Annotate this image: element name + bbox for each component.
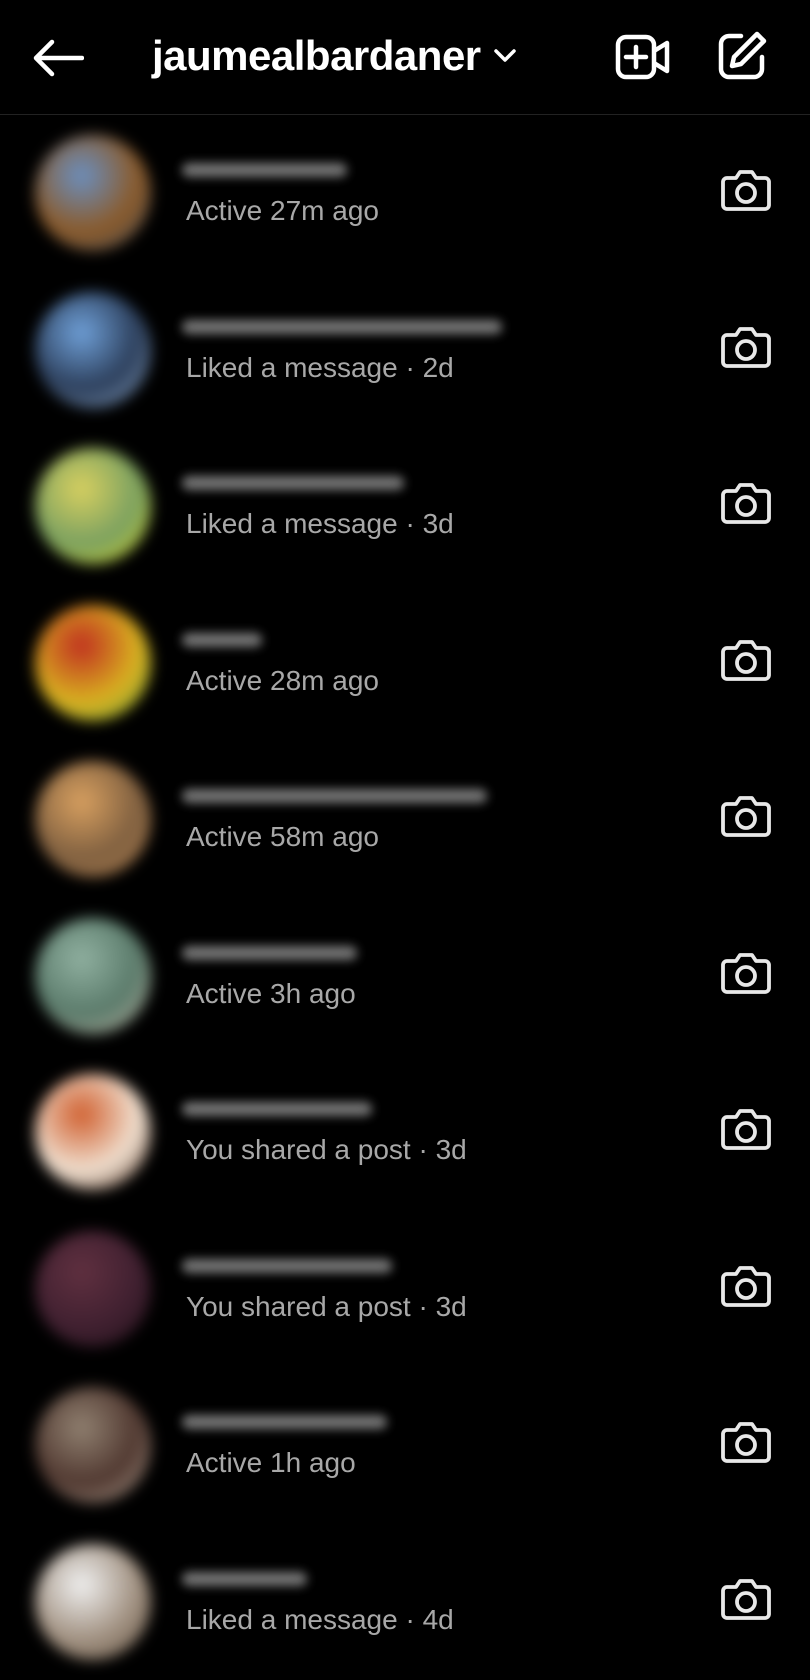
conversation-status: Active 58m ago	[186, 821, 379, 853]
conversation-row[interactable]: Liked a message · 2d	[0, 272, 810, 429]
new-video-call-button[interactable]	[612, 30, 674, 84]
camera-icon	[721, 1420, 771, 1464]
conversation-status: Active 3h ago	[186, 978, 356, 1010]
chevron-down-icon	[493, 43, 519, 69]
contact-name-redacted	[182, 789, 487, 803]
contact-name-redacted	[182, 946, 357, 960]
arrow-left-icon	[32, 39, 84, 77]
camera-button[interactable]	[716, 789, 776, 843]
conversation-status: Active 1h ago	[186, 1447, 356, 1479]
camera-icon	[721, 1107, 771, 1151]
camera-icon	[721, 951, 771, 995]
conversation-row[interactable]: Active 27m ago	[0, 115, 810, 272]
account-switcher[interactable]: jaumealbardaner	[152, 24, 519, 88]
conversation-row[interactable]: Active 28m ago	[0, 585, 810, 742]
contact-name-redacted	[182, 1102, 372, 1116]
conversation-row[interactable]: Active 58m ago	[0, 741, 810, 898]
camera-button[interactable]	[716, 320, 776, 374]
contact-name-redacted	[182, 320, 502, 334]
camera-icon	[721, 1577, 771, 1621]
camera-button[interactable]	[716, 163, 776, 217]
top-bar: jaumealbardaner	[0, 0, 810, 115]
camera-icon	[721, 481, 771, 525]
camera-icon	[721, 325, 771, 369]
camera-button[interactable]	[716, 946, 776, 1000]
avatar	[35, 1544, 151, 1660]
conversation-list: Active 27m ago Liked a message · 2d Liked …	[0, 115, 810, 1680]
avatar	[35, 135, 151, 251]
avatar	[35, 1387, 151, 1503]
camera-button[interactable]	[716, 476, 776, 530]
avatar	[35, 761, 151, 877]
contact-name-redacted	[182, 1415, 387, 1429]
avatar	[35, 292, 151, 408]
conversation-status: Liked a message · 4d	[186, 1604, 454, 1636]
contact-name-redacted	[182, 476, 404, 490]
avatar	[35, 448, 151, 564]
account-username: jaumealbardaner	[152, 32, 481, 80]
conversation-row[interactable]: Active 3h ago	[0, 898, 810, 1055]
contact-name-redacted	[182, 1572, 307, 1586]
contact-name-redacted	[182, 163, 347, 177]
conversation-row[interactable]: Liked a message · 3d	[0, 428, 810, 585]
camera-button[interactable]	[716, 1572, 776, 1626]
camera-button[interactable]	[716, 633, 776, 687]
contact-name-redacted	[182, 1259, 392, 1273]
camera-icon	[721, 168, 771, 212]
conversation-row[interactable]: You shared a post · 3d	[0, 1054, 810, 1211]
camera-icon	[721, 794, 771, 838]
compose-icon	[717, 31, 767, 81]
camera-button[interactable]	[716, 1415, 776, 1469]
avatar	[35, 918, 151, 1034]
conversation-status: Active 27m ago	[186, 195, 379, 227]
camera-icon	[721, 1264, 771, 1308]
conversation-status: Active 28m ago	[186, 665, 379, 697]
conversation-status: Liked a message · 2d	[186, 352, 454, 384]
conversation-row[interactable]: You shared a post · 3d	[0, 1211, 810, 1368]
camera-icon	[721, 638, 771, 682]
avatar	[35, 605, 151, 721]
conversation-status: You shared a post · 3d	[186, 1134, 467, 1166]
avatar	[35, 1074, 151, 1190]
contact-name-redacted	[182, 633, 262, 647]
conversation-status: Liked a message · 3d	[186, 508, 454, 540]
camera-button[interactable]	[716, 1259, 776, 1313]
new-video-call-icon	[615, 34, 671, 80]
avatar	[35, 1231, 151, 1347]
camera-button[interactable]	[716, 1102, 776, 1156]
back-button[interactable]	[28, 30, 88, 86]
compose-button[interactable]	[714, 28, 770, 84]
conversation-row[interactable]: Active 1h ago	[0, 1367, 810, 1524]
conversation-row[interactable]: Liked a message · 4d	[0, 1524, 810, 1680]
conversation-status: You shared a post · 3d	[186, 1291, 467, 1323]
